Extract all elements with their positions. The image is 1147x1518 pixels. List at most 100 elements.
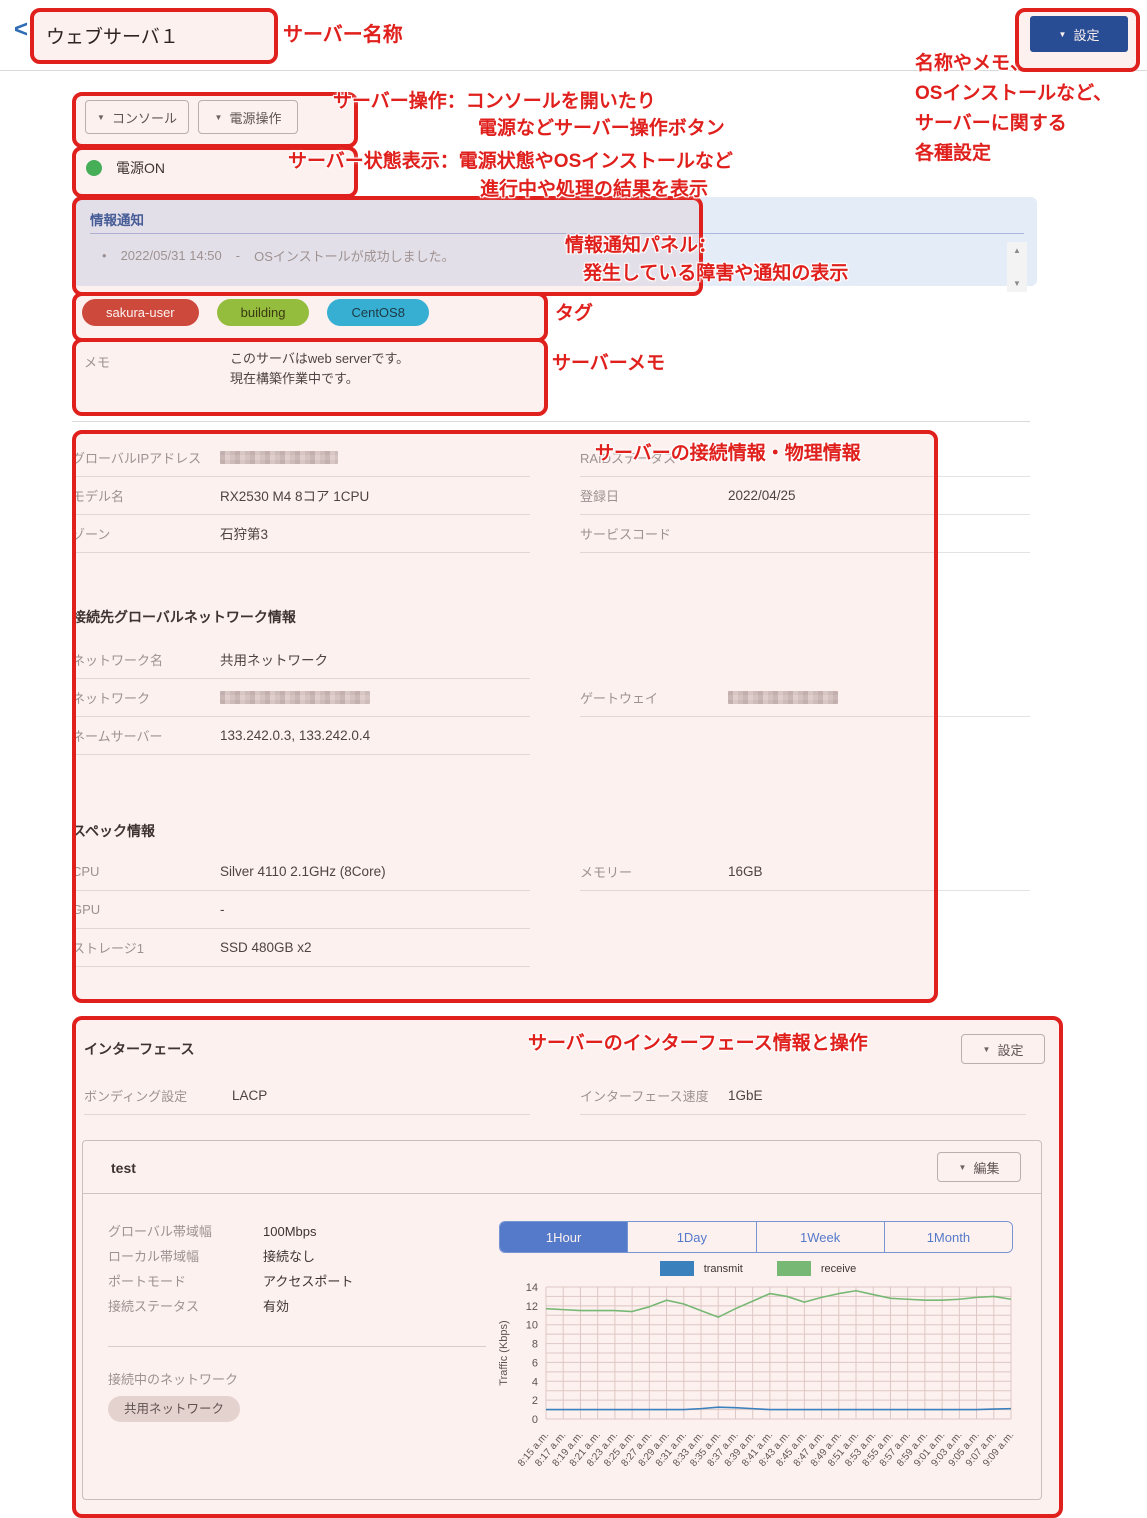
notification-text: OSインストールが成功しました。 — [254, 246, 455, 265]
annotation-tags: タグ — [555, 298, 593, 325]
info-row-raid: RAIDステータス — [580, 438, 1030, 477]
network-section-heading: 接続先グローバルネットワーク情報 — [72, 598, 296, 636]
receive-swatch — [777, 1261, 811, 1276]
spec-row-gpu: GPU - — [72, 890, 530, 929]
receive-legend-label: receive — [821, 1263, 856, 1275]
svg-text:6: 6 — [532, 1357, 538, 1369]
svg-text:Traffic (Kbps): Traffic (Kbps) — [498, 1320, 510, 1385]
page-title: ウェブサーバ１ — [46, 22, 179, 49]
power-ops-label: 電源操作 — [229, 108, 281, 127]
svg-text:12: 12 — [526, 1301, 538, 1313]
memo-value: このサーバはweb serverです。 現在構築作業中です。 — [230, 349, 409, 389]
transmit-legend-label: transmit — [704, 1263, 743, 1275]
server-info-section: グローバルIPアドレス モデル名 RX2530 M4 8コア 1CPU ゾーン … — [72, 430, 1030, 995]
chart-range-tabs: 1Hour 1Day 1Week 1Month — [499, 1221, 1013, 1253]
annotation-settings-4: 各種設定 — [915, 138, 991, 165]
notification-divider — [90, 233, 1024, 234]
memo-divider — [72, 421, 1030, 422]
tag-sakura-user[interactable]: sakura-user — [82, 299, 199, 326]
annotation-settings-3: サーバーに関する — [915, 108, 1067, 135]
caret-down-icon: ▼ — [983, 1045, 991, 1054]
notification-scrollbar[interactable]: ▲ ▼ — [1007, 242, 1027, 292]
interface-settings-label: 設定 — [997, 1040, 1023, 1059]
spec-row-storage: ストレージ1 SSD 480GB x2 — [72, 928, 530, 967]
annotation-server-name: サーバー名称 — [283, 18, 403, 47]
net-row-network: ネットワーク — [72, 678, 530, 717]
console-button[interactable]: ▼ コンソール — [85, 100, 189, 134]
net-row-name: ネットワーク名 共用ネットワーク — [72, 640, 530, 679]
bullet-icon: • — [102, 248, 107, 263]
speed-row: インターフェース速度 1GbE — [580, 1076, 1026, 1115]
annotation-memo: サーバーメモ — [552, 348, 665, 375]
power-status-dot — [86, 160, 102, 176]
tag-building[interactable]: building — [217, 299, 310, 326]
info-row-global-ip: グローバルIPアドレス — [72, 438, 530, 477]
caret-down-icon: ▼ — [1059, 30, 1067, 39]
memo-line-2: 現在構築作業中です。 — [230, 369, 409, 389]
interface-section: インターフェース ▼ 設定 ボンディング設定 LACP インターフェース速度 1… — [72, 1016, 1055, 1510]
svg-text:2: 2 — [532, 1395, 538, 1407]
info-row-registered: 登録日 2022/04/25 — [580, 476, 1030, 515]
notification-panel: 情報通知 • 2022/05/31 14:50 - OSインストールが成功しまし… — [72, 197, 1037, 286]
spec-section-heading: スペック情報 — [72, 812, 155, 850]
net-row-nameserver: ネームサーバー 133.242.0.3, 133.242.0.4 — [72, 716, 530, 755]
tab-1week[interactable]: 1Week — [756, 1222, 884, 1252]
annotation-state-1: サーバー状態表示：電源状態やOSインストールなど — [288, 146, 733, 173]
svg-text:10: 10 — [526, 1320, 538, 1332]
power-ops-button[interactable]: ▼ 電源操作 — [198, 100, 298, 134]
caret-down-icon: ▼ — [959, 1163, 967, 1172]
annotation-ops-2: 電源などサーバー操作ボタン — [478, 113, 725, 140]
server-settings-button[interactable]: ▼ 設定 — [1030, 16, 1128, 52]
info-row-model: モデル名 RX2530 M4 8コア 1CPU — [72, 476, 530, 515]
transmit-swatch — [660, 1261, 694, 1276]
tag-list: sakura-user building CentOS8 — [82, 299, 429, 326]
interface-edit-label: 編集 — [973, 1158, 999, 1177]
tab-1month[interactable]: 1Month — [884, 1222, 1012, 1252]
power-status-text: 電源ON — [116, 158, 165, 178]
spec-row-memory: メモリー 16GB — [580, 852, 1030, 891]
svg-text:8: 8 — [532, 1339, 538, 1351]
svg-text:4: 4 — [532, 1376, 538, 1388]
caret-down-icon: ▼ — [215, 113, 223, 122]
info-row-service-code: サービスコード — [580, 514, 1030, 553]
server-settings-label: 設定 — [1073, 25, 1099, 44]
annotation-settings-2: OSインストールなど、 — [915, 78, 1112, 105]
interface-edit-button[interactable]: ▼ 編集 — [937, 1152, 1021, 1182]
interface-settings-button[interactable]: ▼ 設定 — [961, 1034, 1045, 1064]
connected-network-pill[interactable]: 共用ネットワーク — [108, 1396, 240, 1422]
detail-port-mode: ポートモード アクセスポート — [108, 1269, 488, 1294]
scroll-up-icon[interactable]: ▲ — [1013, 246, 1021, 255]
tab-1hour[interactable]: 1Hour — [500, 1222, 627, 1252]
details-divider — [108, 1346, 486, 1347]
console-label: コンソール — [112, 108, 177, 127]
annotation-ops-1: サーバー操作：コンソールを開いたり — [333, 86, 656, 113]
server-detail-page: < ウェブサーバ１ ▼ 設定 ▼ コンソール ▼ 電源操作 電源ON 情報通知 … — [0, 0, 1147, 1518]
card-header-divider — [83, 1193, 1041, 1194]
tag-centos8[interactable]: CentOS8 — [327, 299, 428, 326]
masked-network — [220, 691, 370, 704]
info-row-zone: ゾーン 石狩第3 — [72, 514, 530, 553]
masked-gateway — [728, 691, 838, 704]
notification-time: 2022/05/31 14:50 — [121, 248, 222, 263]
interface-details: グローバル帯域幅 100Mbps ローカル帯域幅 接続なし ポートモード アクセ… — [108, 1219, 488, 1319]
back-icon[interactable]: < — [14, 18, 28, 42]
svg-text:0: 0 — [532, 1414, 538, 1426]
memo-line-1: このサーバはweb serverです。 — [230, 349, 409, 369]
masked-global-ip — [220, 451, 338, 464]
tab-1day[interactable]: 1Day — [627, 1222, 755, 1252]
power-status: 電源ON — [86, 158, 165, 178]
memo-label: メモ — [84, 352, 232, 371]
notification-item: • 2022/05/31 14:50 - OSインストールが成功しました。 — [102, 246, 455, 265]
notification-title: 情報通知 — [90, 209, 144, 229]
interface-heading: インターフェース — [84, 1030, 194, 1068]
net-row-gateway: ゲートウェイ — [580, 678, 1030, 717]
svg-text:14: 14 — [526, 1282, 538, 1294]
scroll-down-icon[interactable]: ▼ — [1013, 279, 1021, 288]
interface-card: test ▼ 編集 グローバル帯域幅 100Mbps ローカル帯域幅 接続なし … — [82, 1140, 1042, 1500]
chart-legend: transmit receive — [483, 1261, 1033, 1276]
spec-row-cpu: CPU Silver 4110 2.1GHz (8Core) — [72, 852, 530, 891]
detail-connection-status: 接続ステータス 有効 — [108, 1294, 488, 1319]
interface-name: test — [111, 1160, 136, 1176]
caret-down-icon: ▼ — [97, 113, 105, 122]
detail-global-bandwidth: グローバル帯域幅 100Mbps — [108, 1219, 488, 1244]
